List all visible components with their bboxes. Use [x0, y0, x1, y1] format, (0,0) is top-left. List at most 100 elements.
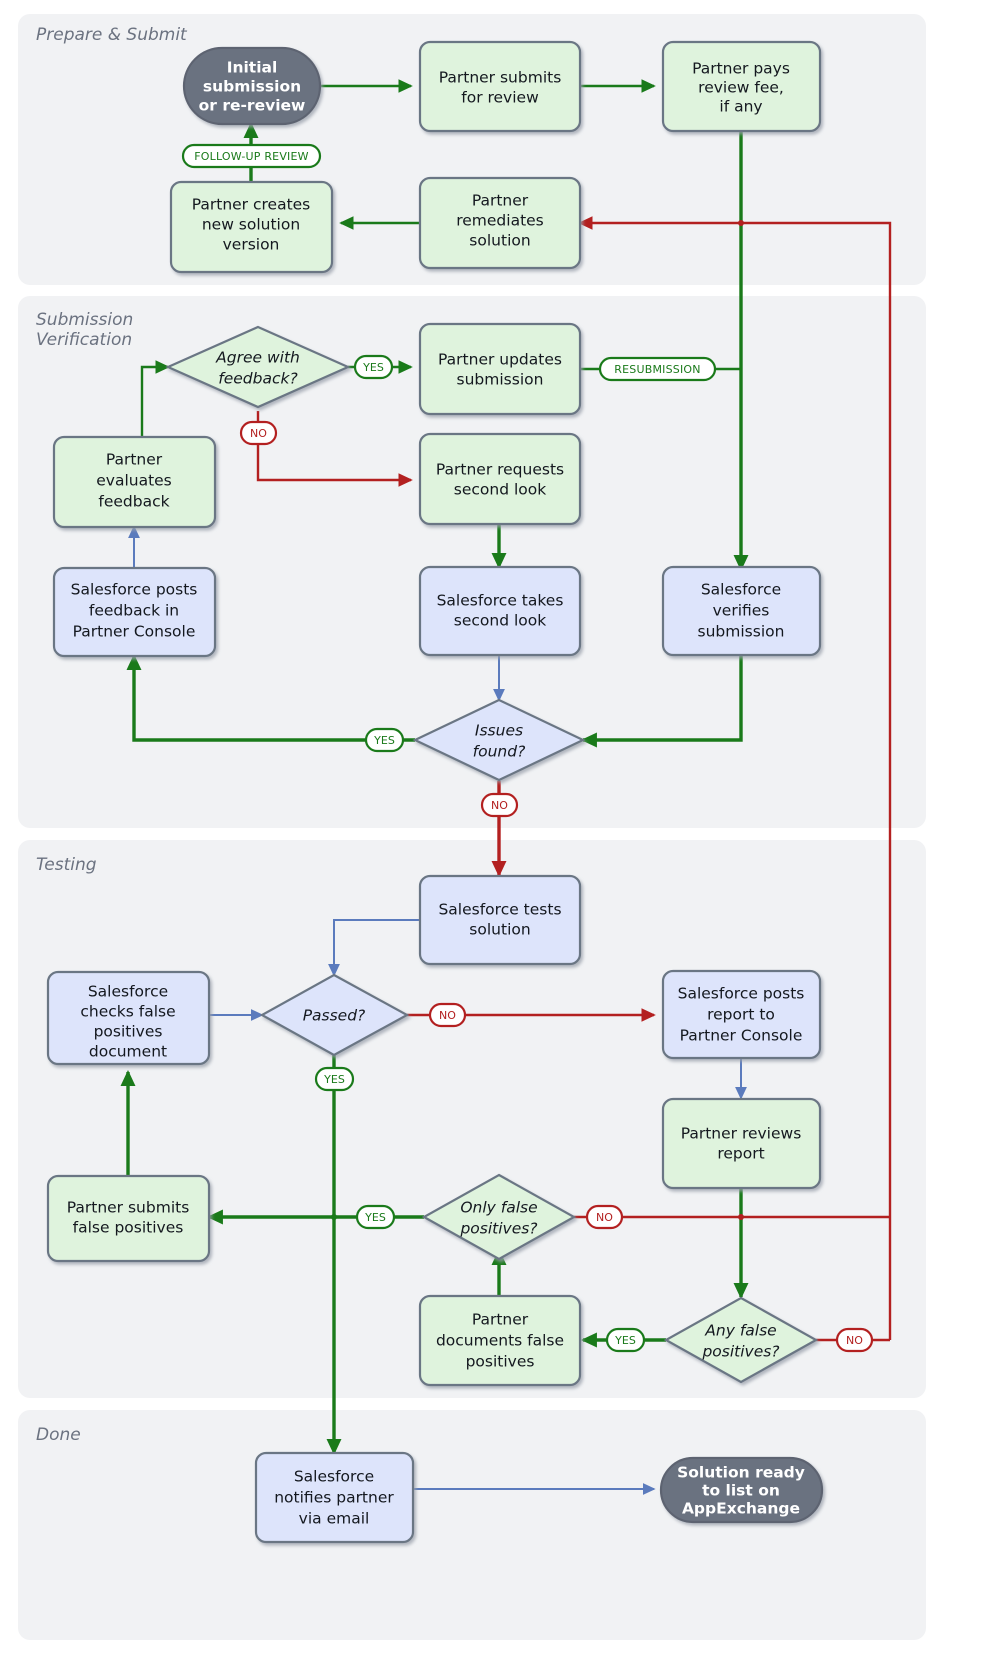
node-partner-pays-line1: Partner pays: [692, 60, 790, 78]
node-partner-evaluates-line3: feedback: [98, 493, 169, 511]
badge-no-passed: NO: [428, 1002, 467, 1028]
node-salesforce-verifies-line1: Salesforce: [701, 581, 781, 599]
node-salesforce-posts-report-line3: Partner Console: [680, 1027, 803, 1045]
node-salesforce-notifies-line3: via email: [299, 1510, 370, 1528]
node-salesforce-posts-feedback-line1: Salesforce posts: [71, 581, 198, 599]
node-salesforce-verifies-submission[interactable]: Salesforce verifies submission: [661, 565, 822, 657]
lane-title-done: Done: [36, 1425, 81, 1445]
badge-no-passed-label: NO: [439, 1009, 456, 1022]
lane-background-done: [18, 1410, 926, 1640]
badge-no-agree-feedback: NO: [239, 420, 278, 446]
node-partner-remediates-solution[interactable]: Partner remediates solution: [418, 176, 582, 270]
node-partner-evaluates-line2: evaluates: [96, 472, 172, 490]
node-partner-reviews-line2: report: [717, 1145, 764, 1163]
node-partner-submits-fp-line1: Partner submits: [67, 1199, 190, 1217]
node-agree-with-feedback-line2: feedback?: [218, 370, 297, 388]
node-partner-requests-second-look[interactable]: Partner requests second look: [418, 432, 582, 526]
lane-title-testing: Testing: [36, 855, 97, 875]
node-partner-requests-line1: Partner requests: [436, 461, 564, 479]
node-partner-documents-fp-line1: Partner: [472, 1311, 529, 1329]
node-partner-updates-line2: submission: [457, 371, 544, 389]
badge-yes-issues-found: YES: [364, 727, 405, 753]
badge-follow-up-review-label: FOLLOW-UP REVIEW: [194, 150, 308, 163]
node-solution-ready[interactable]: Solution ready to list on AppExchange: [659, 1456, 824, 1524]
lane-title-verification-line1: Submission: [36, 310, 133, 330]
badge-yes-agree-label: YES: [362, 361, 384, 374]
node-passed-label: Passed?: [303, 1007, 366, 1025]
badge-no-issues-found: NO: [480, 792, 519, 818]
node-partner-documents-false-positives[interactable]: Partner documents false positives: [418, 1294, 582, 1387]
badge-yes-agree-feedback: YES: [353, 354, 394, 380]
node-partner-updates-shape[interactable]: [418, 322, 582, 416]
node-partner-requests-shape[interactable]: [418, 432, 582, 526]
node-issues-found-line1: Issues: [475, 722, 523, 740]
node-salesforce-notifies-line2: notifies partner: [274, 1489, 394, 1507]
badge-no-only-fp-label: NO: [596, 1211, 613, 1224]
node-any-false-positives-line1: Any false: [704, 1322, 776, 1340]
node-issues-found-line2: found?: [473, 743, 526, 761]
node-partner-updates-submission[interactable]: Partner updates submission: [418, 322, 582, 416]
node-initial-submission-line3: or re-review: [199, 97, 306, 115]
node-partner-reviews-report[interactable]: Partner reviews report: [661, 1097, 822, 1190]
node-salesforce-posts-feedback-line3: Partner Console: [73, 623, 196, 641]
badge-no-any-fp-label: NO: [846, 1334, 863, 1347]
badge-yes-passed: YES: [314, 1066, 355, 1092]
node-partner-submits-shape[interactable]: [418, 40, 582, 133]
node-salesforce-checks-fp-line3: positives: [94, 1023, 163, 1041]
node-salesforce-checks-fp-line4: document: [89, 1043, 167, 1061]
node-partner-evaluates-feedback[interactable]: Partner evaluates feedback: [52, 435, 217, 529]
badge-no-issues-label: NO: [491, 799, 508, 812]
node-salesforce-posts-report[interactable]: Salesforce posts report to Partner Conso…: [661, 969, 822, 1060]
node-partner-submits-false-positives[interactable]: Partner submits false positives: [46, 1174, 211, 1263]
lane-title-verification-line2: Verification: [36, 330, 132, 350]
node-partner-creates-line2: new solution: [202, 216, 300, 234]
node-partner-remediates-line3: solution: [469, 232, 530, 250]
node-partner-documents-fp-line3: positives: [466, 1353, 535, 1371]
badge-no-only-false-positives: NO: [585, 1204, 624, 1230]
badge-yes-only-false-positives: YES: [355, 1204, 396, 1230]
node-salesforce-second-look-line2: second look: [454, 612, 546, 630]
node-agree-with-feedback-line1: Agree with: [215, 349, 300, 367]
node-salesforce-posts-report-line1: Salesforce posts: [678, 985, 805, 1003]
node-salesforce-second-look-line1: Salesforce takes: [437, 592, 564, 610]
node-partner-evaluates-line1: Partner: [106, 451, 163, 469]
junction-dot-remediates-rail: [738, 220, 744, 226]
node-partner-creates-new-version[interactable]: Partner creates new solution version: [169, 180, 334, 274]
flowchart-diagram: Prepare & Submit Submission Verification…: [18, 14, 926, 1640]
node-salesforce-posts-feedback[interactable]: Salesforce posts feedback in Partner Con…: [52, 566, 217, 658]
node-partner-requests-line2: second look: [454, 481, 546, 499]
lane-title-prepare: Prepare & Submit: [36, 25, 188, 45]
node-salesforce-posts-report-line2: report to: [707, 1006, 775, 1024]
badge-no-any-false-positives: NO: [835, 1327, 874, 1353]
badge-yes-issues-label: YES: [373, 734, 395, 747]
node-solution-ready-line1: Solution ready: [677, 1464, 805, 1482]
badge-resubmission: RESUBMISSION: [598, 356, 717, 382]
node-partner-documents-fp-line2: documents false: [436, 1332, 564, 1350]
node-partner-reviews-line1: Partner reviews: [681, 1125, 802, 1143]
lane-done: Done: [18, 1410, 926, 1640]
node-solution-ready-line3: AppExchange: [682, 1500, 800, 1518]
node-salesforce-takes-second-look[interactable]: Salesforce takes second look: [418, 565, 582, 657]
node-salesforce-posts-feedback-line2: feedback in: [89, 602, 179, 620]
node-salesforce-tests-solution[interactable]: Salesforce tests solution: [418, 874, 582, 966]
node-salesforce-tests-line1: Salesforce tests: [438, 901, 561, 919]
node-salesforce-notifies-line1: Salesforce: [294, 1468, 374, 1486]
node-salesforce-notifies-partner[interactable]: Salesforce notifies partner via email: [254, 1451, 415, 1544]
node-salesforce-verifies-line2: verifies: [713, 602, 770, 620]
badge-no-agree-label: NO: [250, 427, 267, 440]
node-partner-reviews-shape[interactable]: [661, 1097, 822, 1190]
node-salesforce-checks-false-positives[interactable]: Salesforce checks false positives docume…: [46, 970, 211, 1066]
node-initial-submission-line1: Initial: [227, 59, 278, 77]
node-salesforce-tests-line2: solution: [469, 921, 530, 939]
badge-yes-any-false-positives: YES: [605, 1327, 646, 1353]
node-partner-pays-review-fee[interactable]: Partner pays review fee, if any: [661, 40, 822, 133]
node-partner-pays-line3: if any: [719, 98, 762, 116]
junction-dot-passed-rail: [331, 1214, 337, 1220]
node-partner-creates-line1: Partner creates: [192, 196, 311, 214]
badge-resubmission-label: RESUBMISSION: [614, 363, 700, 376]
node-salesforce-verifies-line3: submission: [698, 623, 785, 641]
node-partner-submits-for-review[interactable]: Partner submits for review: [418, 40, 582, 133]
node-partner-remediates-line1: Partner: [472, 192, 529, 210]
node-any-false-positives-line2: positives?: [701, 1343, 779, 1361]
node-initial-submission[interactable]: Initial submission or re-review: [182, 46, 322, 126]
